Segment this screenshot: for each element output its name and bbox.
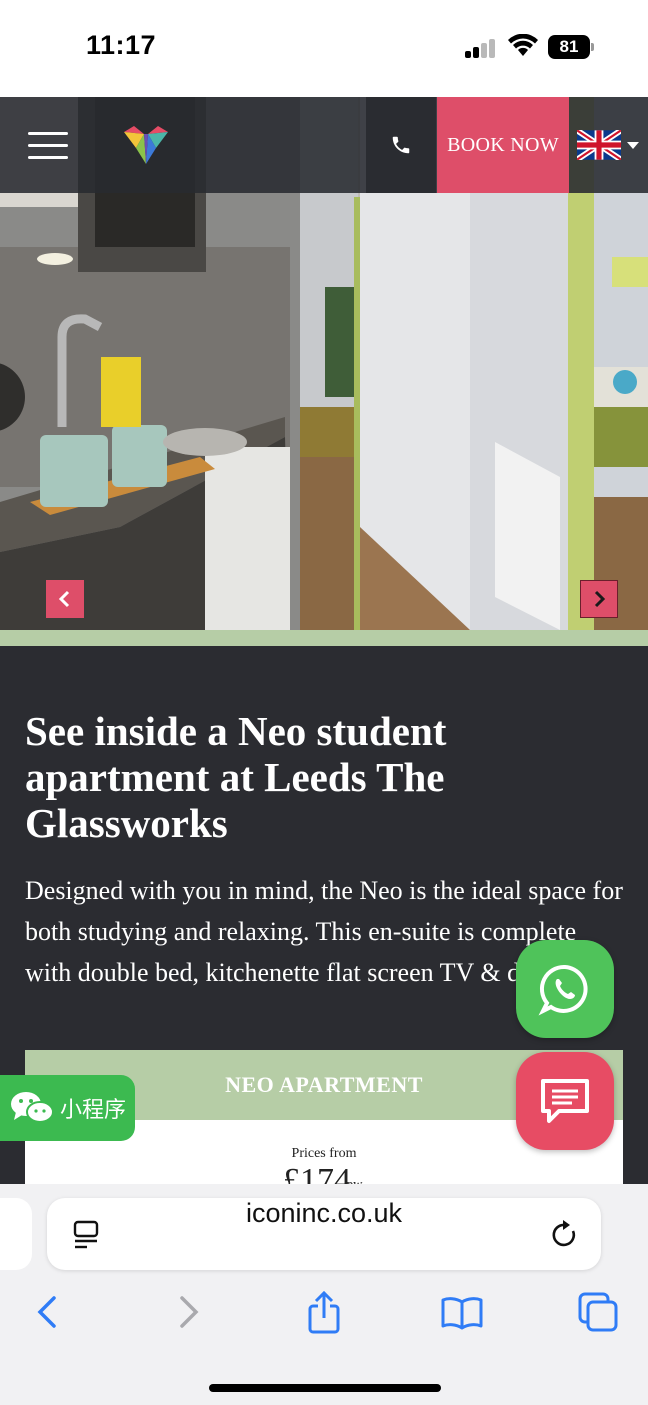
battery-icon: 81 bbox=[548, 35, 594, 59]
cellular-signal-icon bbox=[465, 38, 497, 58]
url-text[interactable]: iconinc.co.uk bbox=[47, 1198, 601, 1270]
phone-icon bbox=[392, 136, 410, 154]
call-button[interactable] bbox=[366, 97, 436, 193]
tabs-icon[interactable] bbox=[576, 1290, 620, 1334]
chat-bubble-icon bbox=[541, 1079, 589, 1123]
share-icon[interactable] bbox=[302, 1290, 346, 1334]
battery-level: 81 bbox=[548, 35, 590, 59]
carousel-prev-button[interactable] bbox=[46, 580, 84, 618]
language-selector[interactable] bbox=[577, 130, 641, 160]
wechat-icon bbox=[11, 1092, 54, 1123]
previous-tab-preview[interactable] bbox=[0, 1198, 32, 1270]
page-title: See inside a Neo student apartment at Le… bbox=[25, 708, 447, 846]
chevron-left-icon bbox=[58, 590, 70, 608]
brand-logo[interactable] bbox=[122, 124, 170, 166]
uk-flag-icon bbox=[577, 130, 621, 160]
home-indicator bbox=[209, 1384, 441, 1392]
forward-arrow-icon[interactable] bbox=[166, 1290, 210, 1334]
reload-icon[interactable] bbox=[551, 1219, 579, 1249]
wechat-mini-program-button[interactable]: 小程序 bbox=[0, 1075, 135, 1141]
chevron-right-icon bbox=[594, 590, 606, 608]
hamburger-menu-icon[interactable] bbox=[28, 132, 68, 160]
chat-button[interactable] bbox=[516, 1052, 614, 1150]
bookmarks-icon[interactable] bbox=[440, 1290, 484, 1334]
price-value: £174 bbox=[283, 1162, 351, 1186]
wechat-label: 小程序 bbox=[60, 1098, 127, 1123]
chevron-down-icon bbox=[627, 142, 639, 149]
price-label: Prices from bbox=[291, 1146, 357, 1161]
wifi-icon bbox=[508, 34, 538, 56]
carousel-next-button[interactable] bbox=[580, 580, 618, 618]
hero-divider bbox=[0, 630, 648, 646]
back-arrow-icon[interactable] bbox=[26, 1290, 70, 1334]
book-now-button[interactable]: BOOK NOW bbox=[437, 97, 569, 193]
whatsapp-button[interactable] bbox=[516, 940, 614, 1038]
address-bar[interactable]: iconinc.co.uk bbox=[47, 1198, 601, 1270]
status-bar: 11:17 81 bbox=[0, 0, 648, 97]
status-time: 11:17 bbox=[86, 30, 157, 60]
whatsapp-icon bbox=[538, 964, 588, 1016]
